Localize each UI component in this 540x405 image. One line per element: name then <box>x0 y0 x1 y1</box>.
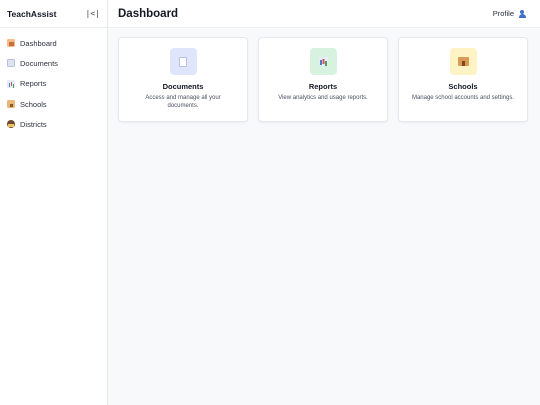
card-description: View analytics and usage reports. <box>278 95 368 101</box>
bar-chart-icon <box>7 79 15 88</box>
card-schools[interactable]: Schools Manage school accounts and setti… <box>398 37 528 122</box>
bar-chart-icon <box>318 57 328 66</box>
card-description: Access and manage all your documents. <box>145 95 221 109</box>
profile-label: Profile <box>492 9 514 18</box>
card-documents[interactable]: Documents Access and manage all your doc… <box>118 37 248 122</box>
sidebar-item-label: Schools <box>20 99 47 109</box>
teacher-icon <box>7 120 15 129</box>
sidebar-header: TeachAssist |<| <box>0 0 107 28</box>
sidebar-nav: Dashboard Documents Reports Schools Dist… <box>0 28 107 134</box>
user-icon <box>518 9 526 18</box>
school-icon <box>457 57 469 66</box>
document-icon <box>7 59 15 68</box>
dashboard-cards: Documents Access and manage all your doc… <box>118 37 530 122</box>
profile-button[interactable]: Profile <box>493 9 526 18</box>
sidebar-item-label: Districts <box>20 119 47 129</box>
card-icon-tile <box>169 48 197 75</box>
card-title: Reports <box>308 82 338 91</box>
sidebar-item-label: Reports <box>20 79 47 89</box>
sidebar-item-districts[interactable]: Districts <box>0 114 107 134</box>
app-logo: TeachAssist <box>7 8 57 19</box>
document-icon <box>179 56 187 67</box>
sidebar-item-reports[interactable]: Reports <box>0 74 107 94</box>
card-icon-tile <box>449 48 477 75</box>
card-icon-tile <box>309 48 337 75</box>
top-bar: Dashboard Profile <box>108 0 540 28</box>
collapse-sidebar-button[interactable]: |<| <box>86 9 100 18</box>
card-reports[interactable]: Reports View analytics and usage reports… <box>258 37 388 122</box>
sidebar-item-label: Dashboard <box>20 38 57 48</box>
sidebar-item-label: Documents <box>20 58 58 68</box>
school-icon <box>7 100 15 109</box>
house-icon <box>7 39 15 48</box>
sidebar: TeachAssist |<| Dashboard Documents Repo… <box>0 0 108 405</box>
card-title: Documents <box>162 82 204 91</box>
card-description: Manage school accounts and settings. <box>411 95 515 101</box>
sidebar-item-dashboard[interactable]: Dashboard <box>0 33 107 53</box>
sidebar-item-documents[interactable]: Documents <box>0 53 107 73</box>
card-title: Schools <box>448 82 478 91</box>
page-title: Dashboard <box>118 7 179 20</box>
sidebar-item-schools[interactable]: Schools <box>0 94 107 114</box>
